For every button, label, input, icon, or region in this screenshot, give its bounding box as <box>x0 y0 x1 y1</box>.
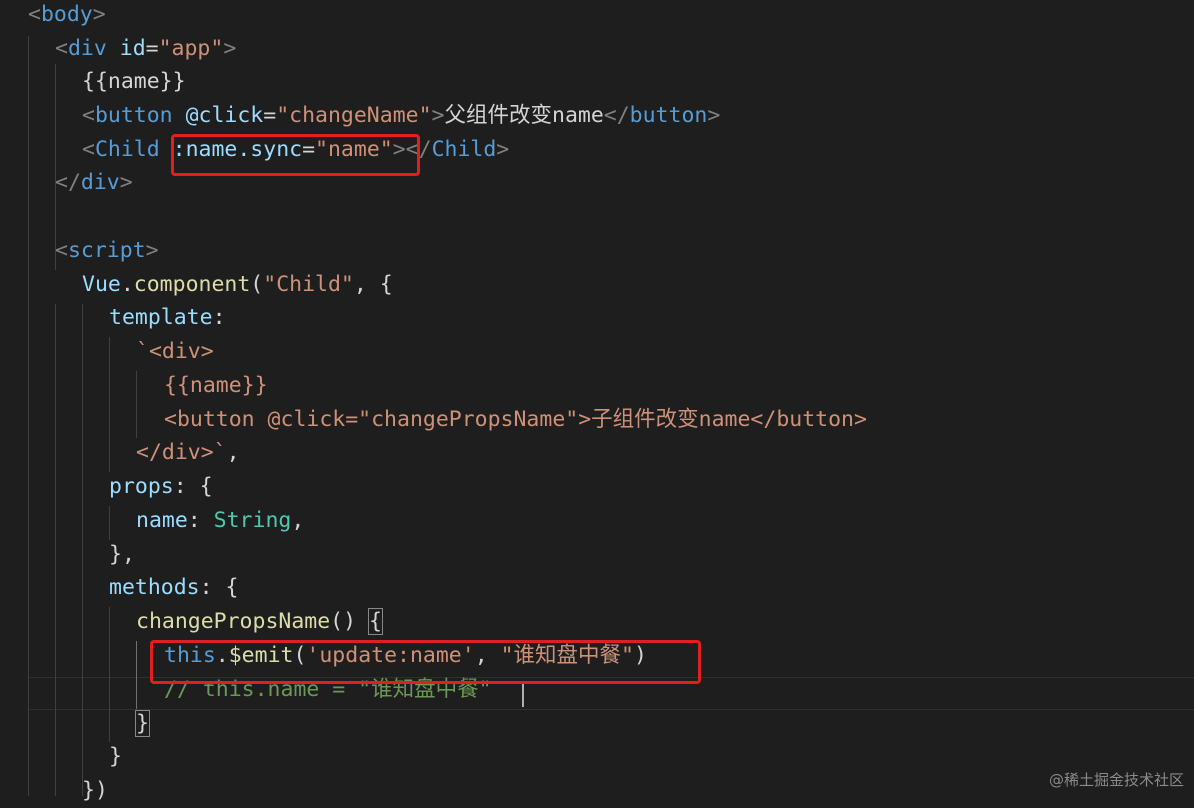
code-token: </ <box>55 170 81 195</box>
code-token: > <box>431 103 445 128</box>
code-token: props <box>109 474 174 499</box>
code-line: props: { <box>109 470 213 504</box>
code-token: . <box>120 272 134 297</box>
code-editor[interactable]: <body> <div id="app"> {{name}} <button @cli… <box>0 0 1194 803</box>
code-token: component <box>133 272 251 297</box>
code-token: {{name}} <box>164 373 268 398</box>
code-token: > <box>496 137 510 162</box>
code-token: body <box>40 2 93 27</box>
code-token: < <box>55 36 68 61</box>
code-token: "Child" <box>263 272 354 297</box>
code-token: : { <box>199 575 239 600</box>
indent-guide <box>55 304 56 796</box>
code-line: }, <box>109 538 135 572</box>
code-token: > <box>223 36 237 61</box>
code-token: < <box>82 137 95 162</box>
code-line: methods: { <box>109 571 238 605</box>
code-token: : <box>187 508 214 533</box>
code-token: @click <box>185 103 264 128</box>
indent-guide <box>82 304 83 796</box>
code-token: div <box>67 36 107 61</box>
text-cursor <box>522 681 524 707</box>
code-token: {{name}} <box>82 69 186 94</box>
code-line: } <box>135 707 150 741</box>
indent-guide <box>28 36 29 796</box>
code-token: "changeName" <box>276 103 432 128</box>
code-token: } <box>109 744 122 769</box>
code-token: div <box>80 170 120 195</box>
code-token: }) <box>82 778 108 803</box>
code-line: }) <box>82 774 108 808</box>
code-token: Vue <box>82 272 121 297</box>
code-token: > <box>119 170 133 195</box>
indent-guide <box>109 337 110 472</box>
code-token: button <box>629 103 708 128</box>
code-token: methods <box>109 575 200 600</box>
code-token: : { <box>173 474 213 499</box>
code-token: </div>` <box>136 440 227 465</box>
code-token: } <box>135 710 150 737</box>
code-line: {{name}} <box>82 65 186 99</box>
code-line: `<div> <box>136 335 214 369</box>
code-token: changePropsName <box>136 609 331 634</box>
code-token: <button @click="changePropsName">子组件改变na… <box>164 407 867 432</box>
code-token: = <box>263 103 277 128</box>
code-token: script <box>67 238 146 263</box>
indent-guide <box>109 607 110 742</box>
code-token: ( <box>250 272 264 297</box>
code-line: changePropsName() { <box>136 605 383 639</box>
code-line: {{name}} <box>164 369 268 403</box>
code-token: }, <box>109 542 135 567</box>
code-line: <button @click="changeName">父组件改变name</b… <box>82 99 720 133</box>
code-line: name: String, <box>136 504 304 538</box>
code-token: { <box>368 608 383 635</box>
code-token: </ <box>603 103 630 128</box>
code-token: Child <box>94 137 160 162</box>
code-token: "app" <box>158 36 224 61</box>
code-line: template: <box>109 301 226 335</box>
code-token: `<div> <box>136 339 214 364</box>
code-token: > <box>145 238 159 263</box>
code-token: , <box>291 508 305 533</box>
indent-guide <box>136 641 137 709</box>
code-line: } <box>109 740 122 774</box>
code-token: template <box>109 305 213 330</box>
code-token: String <box>213 508 292 533</box>
code-token: < <box>28 2 41 27</box>
code-token: = <box>145 36 159 61</box>
code-token: Child <box>431 137 497 162</box>
highlight-box-sync-attr <box>171 134 420 176</box>
code-token: name <box>136 508 188 533</box>
code-token: 父组件改变name <box>444 103 604 128</box>
code-line: </div>`, <box>136 436 240 470</box>
watermark: @稀土掘金技术社区 <box>1048 771 1184 789</box>
code-token: > <box>707 103 721 128</box>
code-token: () <box>330 609 370 634</box>
indent-guide <box>136 371 137 438</box>
code-line: <body> <box>28 0 106 32</box>
indent-guide <box>109 506 110 540</box>
code-token: < <box>82 103 95 128</box>
code-token: , <box>226 440 240 465</box>
highlight-box-emit-call <box>150 640 701 684</box>
code-token: id <box>119 36 146 61</box>
code-token: < <box>55 238 68 263</box>
code-line: Vue.component("Child", { <box>82 268 393 302</box>
code-token: , { <box>353 272 393 297</box>
code-line: <button @click="changePropsName">子组件改变na… <box>164 403 867 437</box>
code-line: <div id="app"> <box>55 32 236 66</box>
code-token: > <box>92 2 106 27</box>
code-line: <script> <box>55 234 159 268</box>
code-token: button <box>94 103 173 128</box>
code-token: : <box>212 305 226 330</box>
code-line: </div> <box>55 166 133 200</box>
